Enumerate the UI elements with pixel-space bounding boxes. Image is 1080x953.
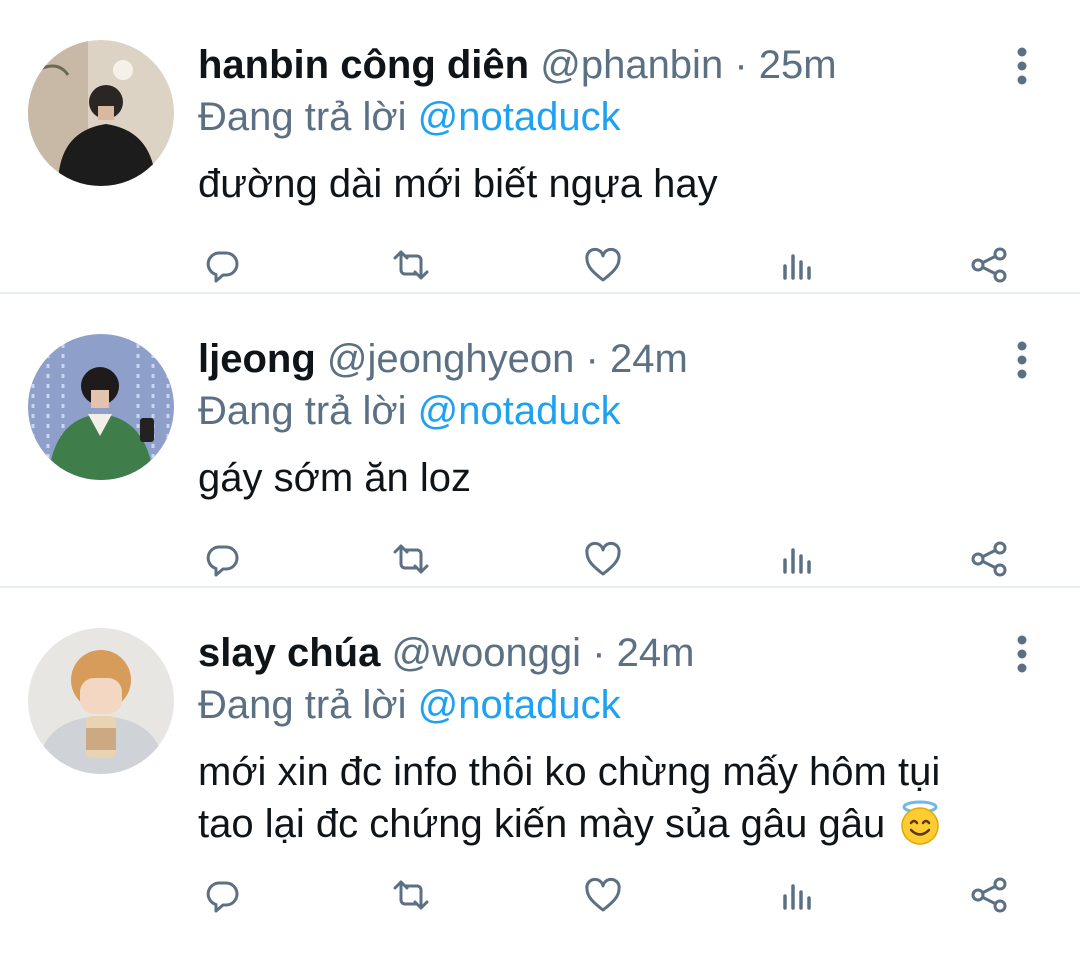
mention-link[interactable]: @notaduck (418, 389, 621, 433)
display-name[interactable]: hanbin công diên (198, 43, 529, 87)
replying-label: Đang trả lời (198, 95, 407, 139)
like-button[interactable] (578, 534, 628, 584)
user-handle[interactable]: @woonggi (391, 631, 581, 675)
timestamp[interactable]: 25m (759, 43, 837, 87)
user-handle[interactable]: @phanbin (540, 43, 723, 87)
like-icon (585, 541, 621, 576)
avatar[interactable] (28, 334, 174, 480)
tweet-text-line: tao lại đc chứng kiến mày sủa gâu gâu (198, 798, 1038, 850)
like-icon (585, 247, 621, 282)
reply-button[interactable] (198, 870, 248, 920)
mention-link[interactable]: @notaduck (418, 95, 621, 139)
more-icon[interactable] (1006, 338, 1038, 382)
display-name[interactable]: ljeong (198, 337, 316, 381)
replying-label: Đang trả lời (198, 389, 407, 433)
tweet[interactable]: hanbin công diên @phanbin · 25m Đang trả… (0, 0, 1080, 294)
timestamp[interactable]: 24m (617, 631, 695, 675)
retweet-icon (393, 544, 429, 574)
replying-to: Đang trả lời @notaduck (198, 92, 621, 142)
like-button[interactable] (578, 240, 628, 290)
user-handle[interactable]: @jeonghyeon (327, 337, 574, 381)
stats-icon (783, 254, 811, 280)
tweet-text-line: mới xin đc info thôi ko chừng mấy hôm tụ… (198, 750, 941, 794)
separator-dot: · (585, 337, 599, 381)
stats-button[interactable] (772, 534, 822, 584)
share-button[interactable] (964, 870, 1014, 920)
action-bar (198, 240, 1038, 290)
retweet-icon (393, 880, 429, 910)
share-button[interactable] (964, 240, 1014, 290)
reply-icon (206, 545, 239, 577)
smiling-face-with-halo-icon (901, 800, 940, 845)
more-icon[interactable] (1006, 632, 1038, 676)
separator-dot: · (592, 631, 606, 675)
stats-button[interactable] (772, 240, 822, 290)
stats-button[interactable] (772, 870, 822, 920)
share-button[interactable] (964, 534, 1014, 584)
retweet-button[interactable] (386, 870, 436, 920)
retweet-button[interactable] (386, 240, 436, 290)
replying-label: Đang trả lời (198, 683, 407, 727)
like-icon (585, 877, 621, 912)
reply-icon (206, 881, 239, 913)
retweet-button[interactable] (386, 534, 436, 584)
share-icon (971, 247, 1007, 283)
reply-button[interactable] (198, 534, 248, 584)
like-button[interactable] (578, 870, 628, 920)
mention-link[interactable]: @notaduck (418, 683, 621, 727)
timestamp[interactable]: 24m (610, 337, 688, 381)
reply-button[interactable] (198, 240, 248, 290)
display-name[interactable]: slay chúa (198, 631, 380, 675)
tweet-text: gáy sớm ăn loz (198, 456, 472, 500)
tweet[interactable]: slay chúa @woonggi · 24m Đang trả lời @n… (0, 588, 1080, 947)
tweet-text: mới xin đc info thôi ko chừng mấy hôm tụ… (198, 746, 1038, 850)
reply-icon (206, 251, 239, 283)
tweet[interactable]: ljeong @jeonghyeon · 24m Đang trả lời @n… (0, 294, 1080, 588)
tweet-text-line-content: tao lại đc chứng kiến mày sủa gâu gâu (198, 802, 886, 846)
more-icon[interactable] (1006, 44, 1038, 88)
share-icon (971, 541, 1007, 577)
action-bar (198, 870, 1038, 920)
stats-icon (783, 884, 811, 910)
stats-icon (783, 548, 811, 574)
retweet-icon (393, 250, 429, 280)
tweet-text: đường dài mới biết ngựa hay (198, 162, 718, 206)
replying-to: Đang trả lời @notaduck (198, 680, 621, 730)
share-icon (971, 877, 1007, 913)
replying-to: Đang trả lời @notaduck (198, 386, 621, 436)
separator-dot: · (734, 43, 748, 87)
avatar[interactable] (28, 40, 174, 186)
avatar[interactable] (28, 628, 174, 774)
action-bar (198, 534, 1038, 584)
